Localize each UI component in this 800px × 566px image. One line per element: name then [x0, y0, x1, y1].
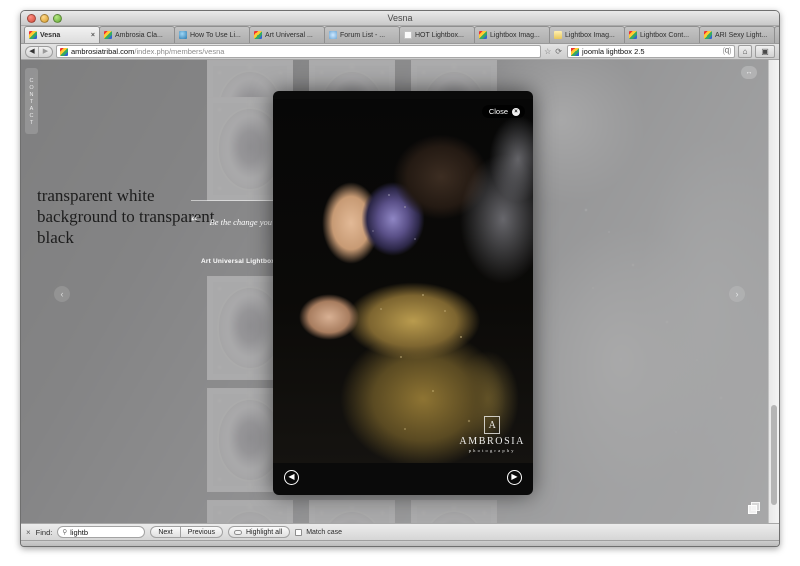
reload-icon[interactable]: ⟳	[555, 47, 562, 56]
browser-tab-6[interactable]: Lightbox Imag...	[474, 26, 550, 43]
favicon-icon	[554, 31, 562, 39]
page-scrollbar[interactable]	[768, 60, 779, 523]
contact-side-tab[interactable]: CONTACT	[25, 68, 38, 134]
favicon-icon	[329, 31, 337, 39]
window-titlebar: Vesna	[21, 11, 779, 26]
tab-label: Forum List - ...	[340, 31, 386, 39]
lightbox-close-label: Close	[488, 107, 508, 116]
home-button[interactable]: ⌂	[738, 45, 752, 58]
checkbox-icon[interactable]	[295, 528, 303, 536]
search-input-value[interactable]: joomla lightbox 2.5	[582, 47, 720, 56]
gallery-prev-arrow-icon[interactable]: ‹	[54, 286, 70, 302]
window-title: Vesna	[387, 13, 413, 23]
find-next-button[interactable]: Next	[150, 526, 181, 538]
page-viewport: CONTACT transparent white background to …	[21, 60, 779, 523]
tab-label: HOT Lightbox...	[415, 31, 464, 39]
back-icon[interactable]: ◀	[26, 46, 39, 57]
page-scrollbar-thumb[interactable]	[771, 405, 777, 505]
quote-mark-icon: “	[191, 213, 198, 228]
page-caption: transparent white background to transpar…	[37, 186, 215, 247]
watermark-subtitle: photography	[468, 448, 516, 453]
navigation-arrows[interactable]: ◀ ▶	[25, 45, 53, 58]
favicon-icon	[104, 31, 112, 39]
tab-close-icon[interactable]: ×	[91, 32, 95, 39]
quote-text: Be the change you	[209, 217, 273, 227]
highlight-all-label: Highlight all	[246, 528, 283, 536]
tab-strip: Vesna × Ambrosia Cla... How To Use Li...…	[21, 26, 779, 44]
match-case-label: Match case	[306, 528, 342, 536]
favicon-icon	[704, 31, 712, 39]
match-case-checkbox[interactable]: Match case	[295, 528, 342, 536]
photo-watermark: A AMBROSIA photography	[459, 416, 525, 453]
tab-label: How To Use Li...	[190, 31, 241, 39]
close-icon[interactable]: ×	[512, 107, 520, 116]
url-domain: ambrosiatribal.com	[71, 47, 135, 56]
window-status-bar	[21, 540, 779, 546]
tab-label: Lightbox Imag...	[565, 31, 615, 39]
find-previous-button[interactable]: Previous	[180, 526, 223, 538]
favicon-icon	[629, 31, 637, 39]
favicon-icon	[179, 31, 187, 39]
address-bar[interactable]: ambrosiatribal.com/index.php/members/ves…	[56, 45, 542, 58]
tab-label: Lightbox Imag...	[490, 31, 540, 39]
search-bar[interactable]: joomla lightbox 2.5 ⒬	[567, 45, 735, 58]
favicon-icon	[404, 31, 412, 39]
bookmark-star-icon[interactable]: ☆	[544, 47, 551, 56]
forward-icon[interactable]: ▶	[39, 47, 52, 57]
find-toolbar: × Find: ⚲ lightb Next Previous Highlight…	[21, 523, 779, 540]
lightbox-overlay: Close × A AMBROSIA photography ◀ ▶	[273, 91, 533, 495]
lightbox-previous-icon[interactable]: ◀	[284, 470, 299, 485]
browser-tab-1[interactable]: Ambrosia Cla...	[99, 26, 175, 43]
lightbox-close-button[interactable]: Close ×	[481, 105, 525, 118]
browser-window: Vesna Vesna × Ambrosia Cla... How To Use…	[20, 10, 780, 547]
find-input-value[interactable]: lightb	[70, 528, 88, 537]
url-text: ambrosiatribal.com/index.php/members/ves…	[71, 47, 224, 56]
tab-label: Lightbox Cont...	[640, 31, 690, 39]
browser-tab-9[interactable]: ARI Sexy Light...	[699, 26, 775, 43]
browser-tab-3[interactable]: Art Universal ...	[249, 26, 325, 43]
contact-side-tab-label: CONTACT	[28, 78, 35, 127]
url-path: /index.php/members/vesna	[134, 47, 225, 56]
search-go-icon[interactable]: ⒬	[723, 46, 731, 57]
highlight-all-button[interactable]: Highlight all	[228, 526, 291, 538]
highlight-pill-icon	[234, 529, 242, 535]
browser-tab-10[interactable]: Joomla lightb...	[774, 26, 779, 43]
favicon-icon	[29, 31, 37, 39]
tab-label: ARI Sexy Light...	[715, 31, 768, 39]
browser-tab-4[interactable]: Forum List - ...	[324, 26, 400, 43]
site-favicon-icon	[60, 47, 68, 56]
find-label: Find:	[35, 527, 53, 537]
find-input[interactable]: ⚲ lightb	[57, 526, 146, 538]
corner-square-front-icon	[748, 505, 757, 514]
search-engine-icon[interactable]	[571, 47, 579, 56]
find-nav-buttons: Next Previous	[150, 526, 223, 538]
tab-label: Vesna	[40, 31, 61, 39]
browser-tab-8[interactable]: Lightbox Cont...	[624, 26, 700, 43]
resize-widget-icon[interactable]: ↔	[741, 66, 757, 79]
favicon-icon	[479, 31, 487, 39]
watermark-name: AMBROSIA	[459, 436, 525, 447]
lightbox-photo	[273, 99, 533, 463]
find-close-icon[interactable]: ×	[26, 528, 31, 537]
address-bar-actions: ☆ ⟳	[544, 47, 564, 56]
gallery-next-arrow-icon[interactable]: ›	[729, 286, 745, 302]
page-corner-widget[interactable]	[748, 502, 761, 515]
quote-credit: Art Universal Lightbox	[201, 258, 276, 265]
browser-tab-7[interactable]: Lightbox Imag...	[549, 26, 625, 43]
browser-tab-0[interactable]: Vesna ×	[24, 26, 100, 43]
watermark-monogram: A	[484, 416, 501, 434]
tab-label: Art Universal ...	[265, 31, 313, 39]
panel-toggle-button[interactable]: ▣	[755, 45, 775, 58]
browser-tab-2[interactable]: How To Use Li...	[174, 26, 250, 43]
tab-label: Ambrosia Cla...	[115, 31, 163, 39]
favicon-icon	[254, 31, 262, 39]
lightbox-next-icon[interactable]: ▶	[507, 470, 522, 485]
navigation-toolbar: ◀ ▶ ambrosiatribal.com/index.php/members…	[21, 44, 779, 60]
search-icon: ⚲	[62, 529, 68, 536]
browser-tab-5[interactable]: HOT Lightbox...	[399, 26, 475, 43]
desktop-background: Vesna Vesna × Ambrosia Cla... How To Use…	[0, 0, 800, 566]
